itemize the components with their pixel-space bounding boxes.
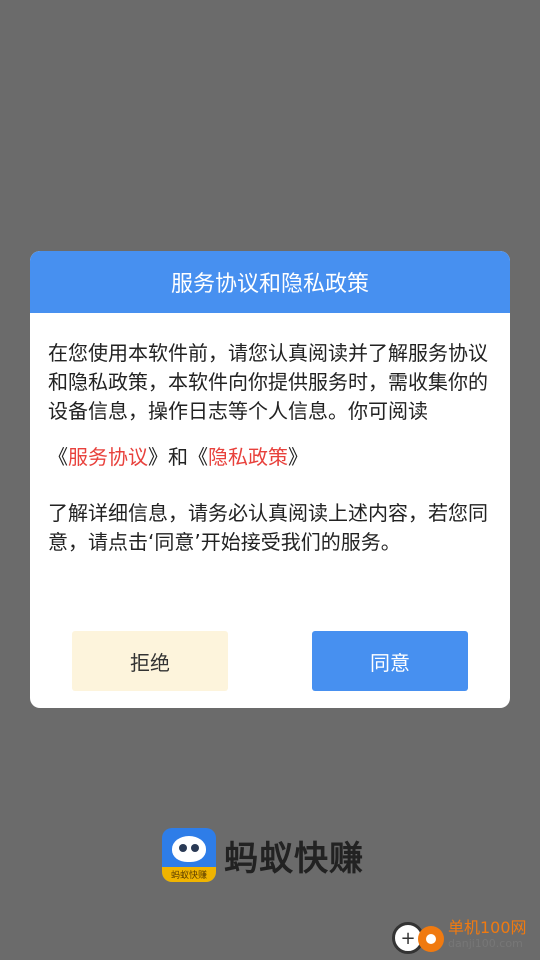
watermark-logo-icon: + xyxy=(390,914,446,958)
agree-button[interactable]: 同意 xyxy=(312,631,468,691)
brand-lockup: 蚂蚁快赚 蚂蚁快赚 xyxy=(162,828,364,882)
logo-tag: 蚂蚁快赚 xyxy=(162,867,216,882)
watermark-text: 单机100网 danji100.com xyxy=(448,920,527,952)
bracket-close: 》 xyxy=(148,445,168,469)
decline-button[interactable]: 拒绝 xyxy=(72,631,228,691)
logo-eye-left xyxy=(179,844,187,852)
privacy-policy-link[interactable]: 隐私政策 xyxy=(208,445,288,469)
and-text: 和 xyxy=(168,445,188,469)
dialog-title: 服务协议和隐私政策 xyxy=(170,272,369,297)
site-watermark: + 单机100网 danji100.com xyxy=(390,914,527,958)
privacy-dialog: 服务协议和隐私政策 在您使用本软件前，请您认真阅读并了解服务协议和隐私政策，本软… xyxy=(30,251,510,708)
dialog-body: 在您使用本软件前，请您认真阅读并了解服务协议和隐私政策，本软件向你提供服务时，需… xyxy=(30,313,510,557)
watermark-cn: 单机100网 xyxy=(448,918,527,937)
logo-eye-right xyxy=(191,844,199,852)
dialog-outro-text: 了解详细信息，请务必认真阅读上述内容，若您同意，请点击‘同意’开始接受我们的服务… xyxy=(48,501,488,554)
bracket-open: 《 xyxy=(188,445,208,469)
orange-circle-icon xyxy=(418,926,444,952)
app-logo-icon: 蚂蚁快赚 xyxy=(162,828,216,882)
agreement-links: 《服务协议》和《隐私政策》 xyxy=(48,443,492,472)
app-name: 蚂蚁快赚 xyxy=(224,838,364,879)
bracket-open: 《 xyxy=(48,445,68,469)
dialog-intro-text: 在您使用本软件前，请您认真阅读并了解服务协议和隐私政策，本软件向你提供服务时，需… xyxy=(48,341,488,423)
dialog-header: 服务协议和隐私政策 xyxy=(30,251,510,313)
bracket-close: 》 xyxy=(288,445,308,469)
logo-face xyxy=(172,836,206,862)
dialog-buttons: 拒绝 同意 xyxy=(30,631,510,691)
watermark-en: danji100.com xyxy=(448,937,523,950)
service-agreement-link[interactable]: 服务协议 xyxy=(68,445,148,469)
